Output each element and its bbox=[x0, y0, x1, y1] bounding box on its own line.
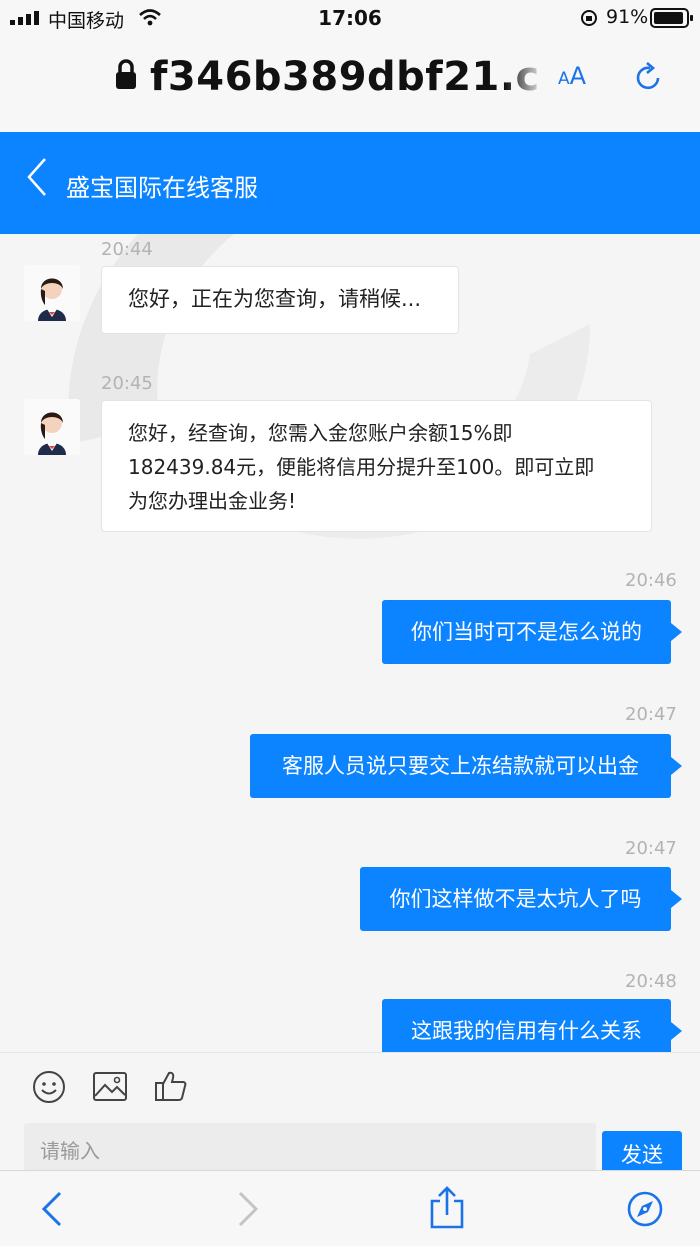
lock-icon bbox=[116, 59, 136, 89]
message-text: 您好，正在为您查询，请稍候... bbox=[128, 287, 422, 311]
agent-avatar-image bbox=[24, 265, 80, 321]
forward-arrow-icon[interactable] bbox=[236, 1191, 260, 1227]
message-timestamp: 20:45 bbox=[101, 373, 153, 394]
image-icon[interactable] bbox=[92, 1071, 128, 1103]
message-timestamp: 20:47 bbox=[625, 838, 677, 859]
agent-avatar bbox=[24, 399, 80, 455]
user-message-bubble: 你们当时可不是怎么说的 bbox=[382, 600, 671, 664]
reload-icon[interactable] bbox=[634, 60, 664, 92]
message-timestamp: 20:46 bbox=[625, 570, 677, 591]
message-input-placeholder: 请输入 bbox=[40, 1139, 100, 1163]
message-text: 客服人员说只要交上冻结款就可以出金 bbox=[282, 754, 639, 778]
user-message-bubble: 这跟我的信用有什么关系 bbox=[382, 999, 671, 1052]
battery-percent: 91% bbox=[606, 6, 649, 28]
message-text: 这跟我的信用有什么关系 bbox=[411, 1019, 642, 1043]
message-text: 你们当时可不是怎么说的 bbox=[411, 620, 642, 644]
message-text: 你们这样做不是太坑人了吗 bbox=[389, 887, 642, 911]
message-timestamp: 20:48 bbox=[625, 971, 677, 992]
chat-header: 盛宝国际在线客服 bbox=[0, 132, 700, 234]
agent-message-bubble: 您好，经查询，您需入金您账户余额15%即 182439.84元，便能将信用分提升… bbox=[101, 400, 652, 532]
browser-toolbar bbox=[0, 1170, 700, 1246]
text-size-large-a: A bbox=[569, 62, 587, 90]
emoji-icon[interactable] bbox=[32, 1070, 66, 1104]
message-timestamp: 20:47 bbox=[625, 704, 677, 725]
bubble-tail bbox=[671, 757, 682, 775]
compass-icon[interactable] bbox=[626, 1190, 664, 1228]
share-icon[interactable] bbox=[428, 1185, 466, 1229]
url-text[interactable]: f346b389dbf21.chatnow bbox=[150, 54, 543, 104]
status-bar: 中国移动 17:06 91% bbox=[0, 0, 700, 36]
agent-message-bubble: 您好，正在为您查询，请稍候... bbox=[101, 266, 459, 334]
thumbs-up-icon[interactable] bbox=[154, 1069, 188, 1103]
user-message-bubble: 你们这样做不是太坑人了吗 bbox=[360, 867, 671, 931]
text-size-small-a: A bbox=[558, 69, 570, 89]
agent-avatar-image bbox=[24, 399, 80, 455]
message-timestamp: 20:44 bbox=[101, 239, 153, 260]
battery-icon bbox=[650, 8, 693, 28]
orientation-lock-icon bbox=[581, 10, 597, 26]
message-list[interactable]: 20:44 您好，正在为您查询，请稍候... 20:45 您好，经查询，您需入金… bbox=[0, 234, 700, 1052]
back-chevron-icon[interactable] bbox=[26, 157, 48, 197]
chat-title: 盛宝国际在线客服 bbox=[66, 174, 258, 202]
composer: 请输入 发送 bbox=[0, 1052, 700, 1171]
back-arrow-icon[interactable] bbox=[40, 1191, 64, 1227]
bubble-tail bbox=[671, 1022, 682, 1040]
url-fade bbox=[505, 50, 545, 108]
message-input[interactable]: 请输入 bbox=[24, 1123, 596, 1171]
bubble-tail bbox=[671, 623, 682, 641]
message-text-line: 为您办理出金业务! bbox=[128, 489, 297, 513]
agent-avatar bbox=[24, 265, 80, 321]
browser-address-bar[interactable]: f346b389dbf21.chatnow AA bbox=[0, 36, 700, 132]
send-button[interactable]: 发送 bbox=[602, 1131, 682, 1171]
message-text-line: 182439.84元，便能将信用分提升至100。即可立即 bbox=[128, 455, 595, 479]
text-size-button[interactable]: AA bbox=[558, 62, 586, 90]
bubble-tail bbox=[671, 890, 682, 908]
message-text-line: 您好，经查询，您需入金您账户余额15%即 bbox=[128, 421, 513, 445]
user-message-bubble: 客服人员说只要交上冻结款就可以出金 bbox=[250, 734, 671, 798]
